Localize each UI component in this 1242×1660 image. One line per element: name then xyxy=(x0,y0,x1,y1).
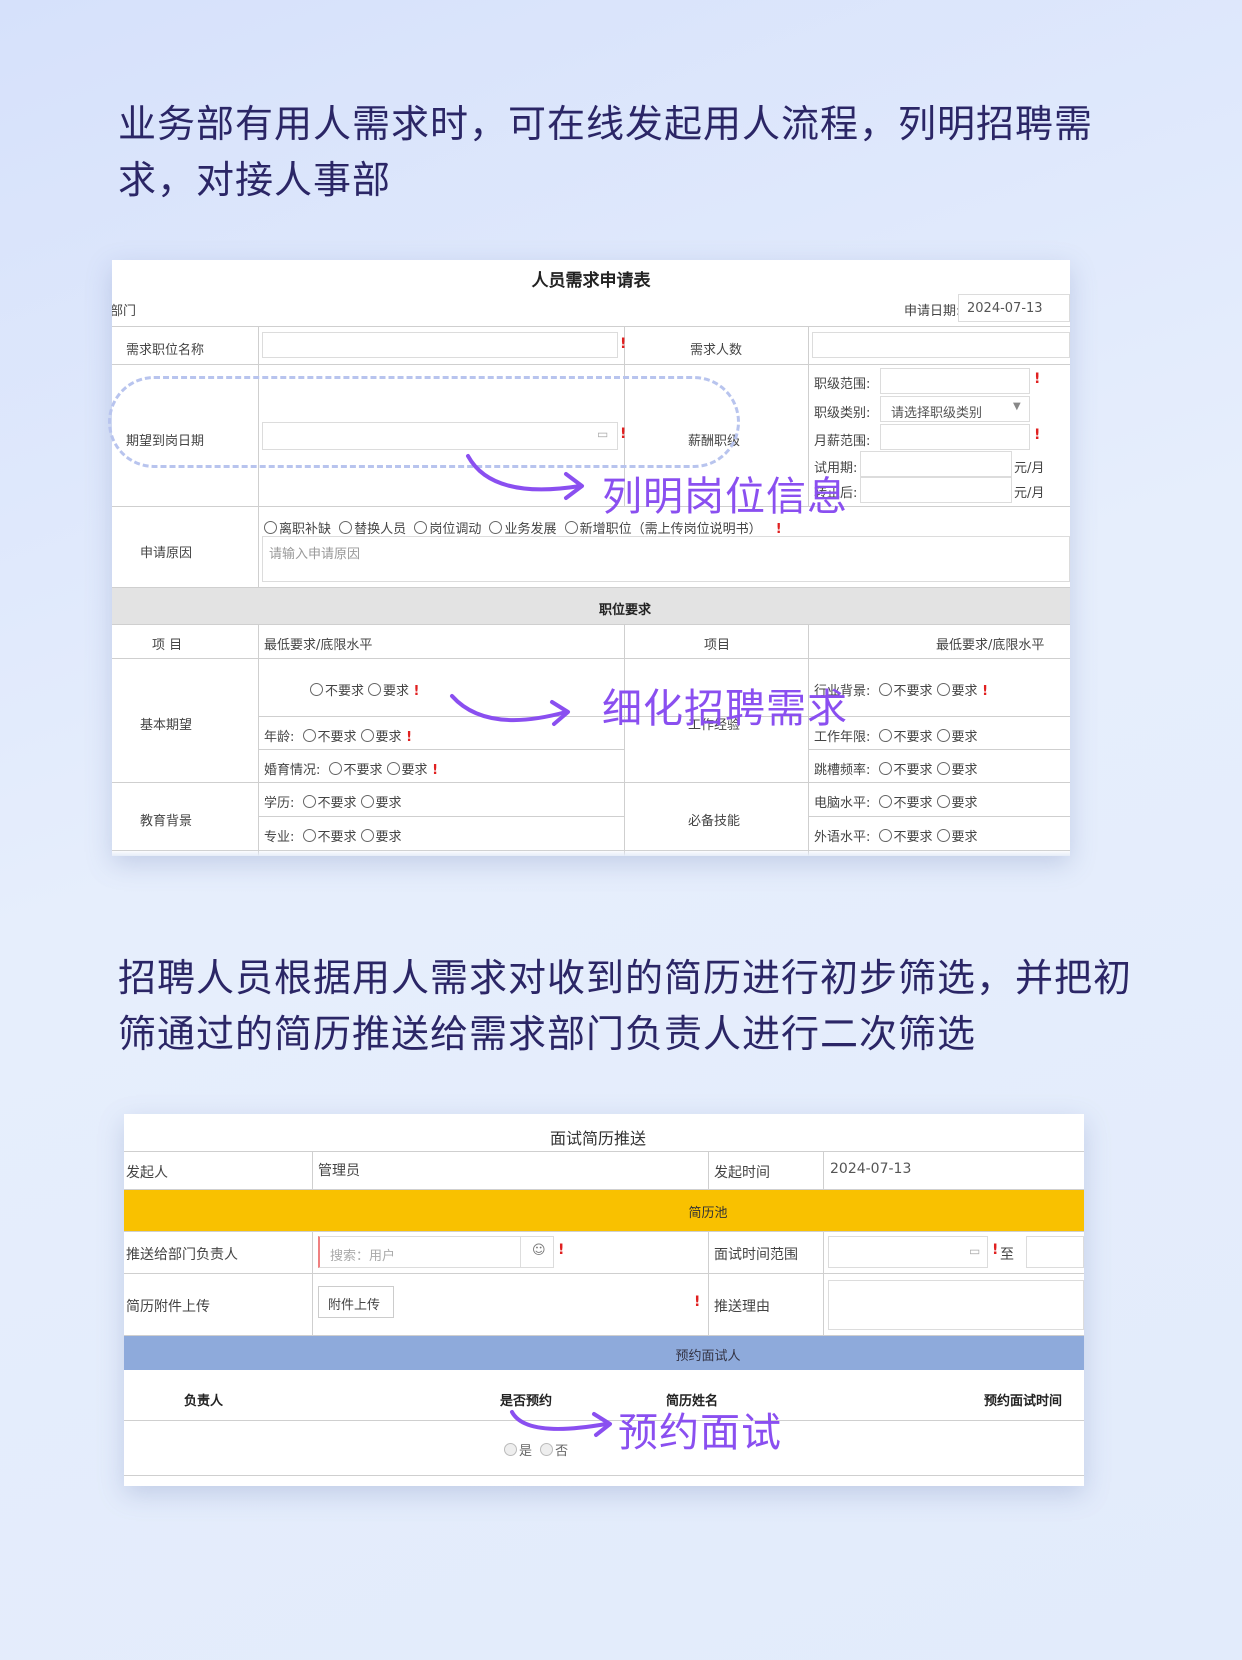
initiator-value: 管理员 xyxy=(318,1163,360,1179)
headcount-label: 需求人数 xyxy=(690,343,743,358)
job-hop-row: 跳槽频率: 不要求 要求 xyxy=(814,762,978,778)
required-mark: ! xyxy=(694,1294,701,1310)
push-reason-textarea[interactable] xyxy=(828,1280,1084,1330)
attach-upload-button[interactable]: 附件上传 xyxy=(318,1286,394,1318)
push-to-label: 推送给部门负责人 xyxy=(126,1247,238,1263)
monthly-salary-input[interactable] xyxy=(880,424,1030,450)
reason-option[interactable]: 新增职位（需上传岗位说明书） xyxy=(580,522,762,537)
grade-range-input[interactable] xyxy=(880,368,1030,394)
probation-input[interactable] xyxy=(860,451,1012,477)
time-value: 2024-07-13 xyxy=(830,1161,912,1177)
curved-arrow-icon xyxy=(510,1410,612,1437)
apply-date-input[interactable]: 2024-07-13 xyxy=(958,294,1070,322)
basic-expect-label: 基本期望 xyxy=(140,718,193,733)
form-title: 面试简历推送 xyxy=(549,1129,646,1148)
major-row: 专业: 不要求 要求 xyxy=(264,829,402,845)
age-row: 年龄: 不要求 要求 ! xyxy=(264,729,413,745)
language-row: 外语水平: 不要求 要求 xyxy=(814,829,978,845)
dept-label: 部门 xyxy=(112,304,137,319)
user-icon[interactable]: ☺ xyxy=(532,1243,546,1258)
appointment-label: 预约面试人 xyxy=(675,1349,741,1364)
annotation-refine-requirements: 细化招聘需求 xyxy=(602,686,848,732)
required-skills-label: 必备技能 xyxy=(688,814,741,829)
after-probation-input[interactable] xyxy=(860,477,1012,503)
push-reason-label: 推送理由 xyxy=(714,1299,770,1315)
annotation-book-interview: 预约面试 xyxy=(618,1410,782,1456)
to-label: 至 xyxy=(1000,1247,1014,1263)
unit-label: 元/月 xyxy=(1014,486,1045,501)
form-title: 人员需求申请表 xyxy=(531,271,651,291)
monthly-salary-label: 月薪范围: xyxy=(814,434,871,449)
required-mark: ! xyxy=(992,1242,999,1258)
edu-background-label: 教育背景 xyxy=(140,814,193,829)
booked-yes[interactable]: 是 xyxy=(519,1444,532,1459)
reason-option[interactable]: 业务发展 xyxy=(504,522,556,537)
reason-option[interactable]: 替换人员 xyxy=(354,522,406,537)
attach-label: 简历附件上传 xyxy=(126,1299,210,1315)
user-search-input[interactable]: 搜索：用户 ☺ xyxy=(318,1236,554,1268)
booked-no[interactable]: 否 xyxy=(555,1444,568,1459)
computer-row: 电脑水平: 不要求 要求 xyxy=(814,795,978,811)
marriage-row: 婚育情况: 不要求 要求 ! xyxy=(264,762,439,778)
col-item: 项 目 xyxy=(152,638,183,653)
col-interview-time: 预约面试时间 xyxy=(984,1394,1063,1409)
col-min-req-2: 最低要求/底限水平 xyxy=(936,638,1045,653)
required-mark: ! xyxy=(620,336,627,352)
headline-1: 业务部有用人需求时，可在线发起用人流程，列明招聘需求，对接人事部 xyxy=(118,102,1094,202)
interview-end-input[interactable] xyxy=(1026,1236,1084,1268)
position-name-label: 需求职位名称 xyxy=(126,343,205,358)
position-name-input[interactable] xyxy=(262,332,618,358)
gender-options: 不要求 要求 ! xyxy=(306,680,420,699)
required-mark: ! xyxy=(558,1242,565,1258)
booked-options: 是 否 xyxy=(500,1440,568,1459)
unit-label: 元/月 xyxy=(1014,461,1045,476)
grade-range-label: 职级范围: xyxy=(814,377,871,392)
reason-label: 申请原因 xyxy=(140,546,193,561)
staff-request-form: 人员需求申请表 部门 申请日期: 2024-07-13 需求职位名称 ! 需求人… xyxy=(112,260,1070,856)
apply-date-label: 申请日期: xyxy=(904,304,961,319)
requirements-section-title: 职位要求 xyxy=(598,603,651,618)
calendar-icon: ▭ xyxy=(969,1244,981,1258)
highlight-outline xyxy=(108,376,740,468)
time-label: 发起时间 xyxy=(714,1165,770,1181)
interview-range-label: 面试时间范围 xyxy=(714,1247,798,1263)
edu-row: 学历: 不要求 要求 xyxy=(264,795,402,811)
reason-textarea[interactable]: 请输入申请原因 xyxy=(262,536,1070,582)
required-mark: ! xyxy=(1034,427,1041,443)
curved-arrow-icon xyxy=(466,454,584,500)
col-item-2: 项目 xyxy=(704,638,731,653)
reason-option[interactable]: 岗位调动 xyxy=(429,522,481,537)
chevron-down-icon: ▼ xyxy=(1013,401,1021,412)
col-owner: 负责人 xyxy=(184,1394,224,1409)
headcount-input[interactable] xyxy=(812,332,1070,358)
grade-type-select[interactable]: 请选择职级类别 ▼ xyxy=(880,396,1030,422)
interview-start-input[interactable]: ▭ xyxy=(828,1236,988,1268)
annotation-position-info: 列明岗位信息 xyxy=(602,474,848,520)
col-booked: 是否预约 xyxy=(500,1394,553,1409)
required-mark: ! xyxy=(1034,371,1041,387)
reason-option[interactable]: 离职补缺 xyxy=(279,522,331,537)
col-min-req: 最低要求/底限水平 xyxy=(264,638,373,653)
grade-type-label: 职级类别: xyxy=(814,406,871,421)
curved-arrow-icon xyxy=(450,694,570,726)
headline-2: 招聘人员根据用人需求对收到的简历进行初步筛选，并把初筛通过的简历推送给需求部门负… xyxy=(118,956,1133,1056)
initiator-label: 发起人 xyxy=(126,1165,168,1181)
resume-pool-label: 简历池 xyxy=(688,1206,728,1221)
